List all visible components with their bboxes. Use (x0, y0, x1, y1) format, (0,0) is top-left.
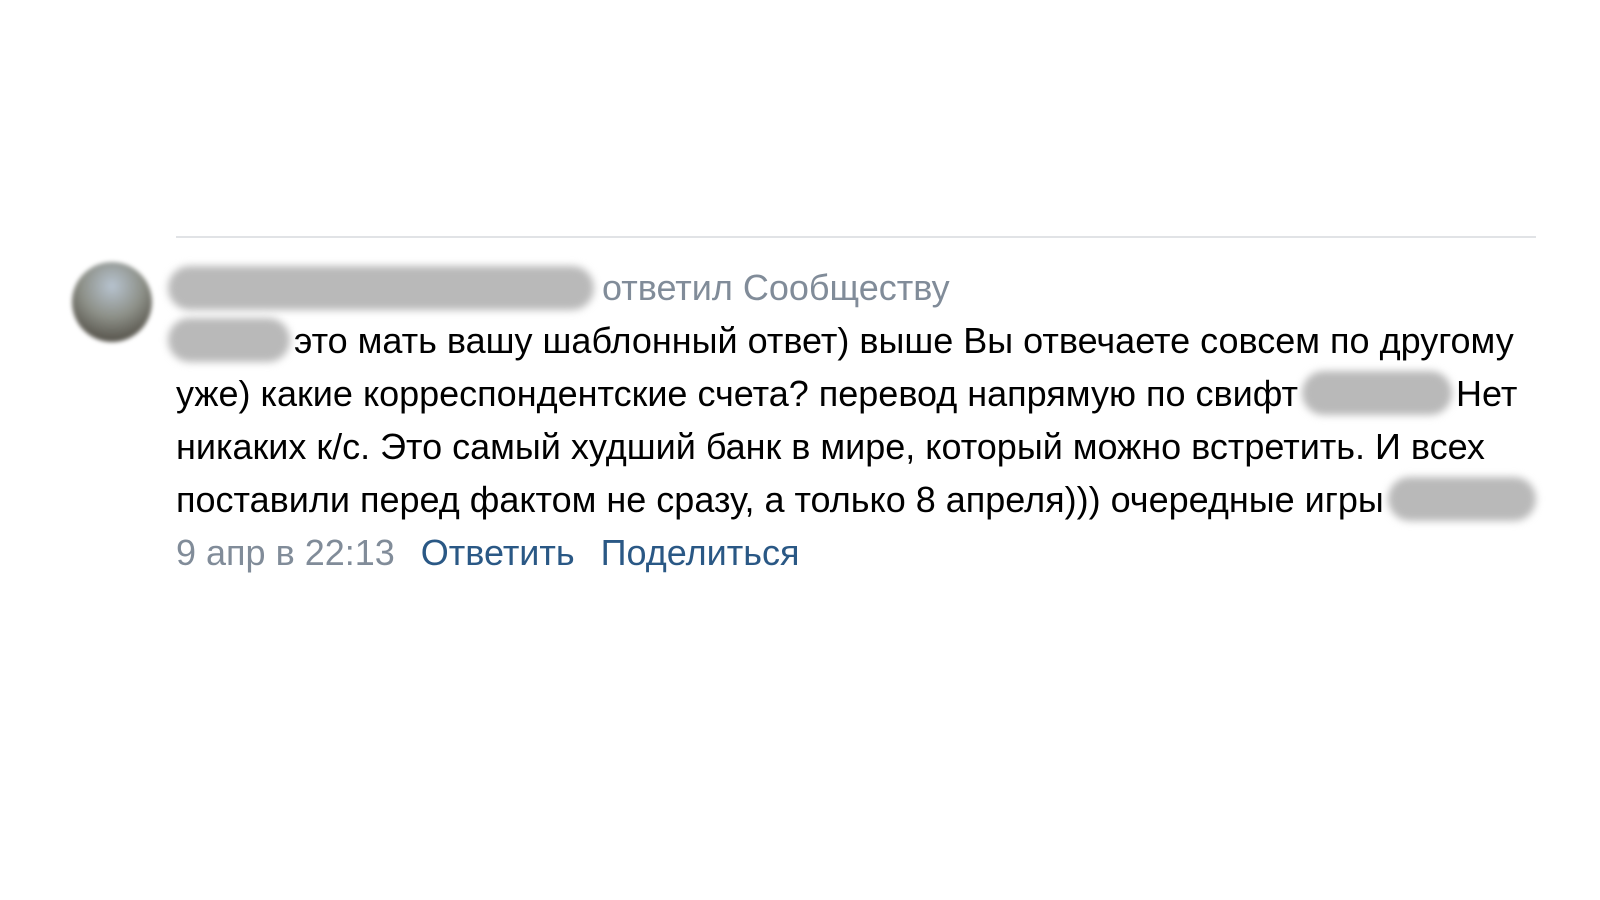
timestamp[interactable]: 9 апр в 22:13 (176, 532, 395, 574)
comment-footer: 9 апр в 22:13 Ответить Поделиться (176, 532, 1536, 574)
addressee-redacted (168, 318, 290, 363)
comment-divider (176, 236, 1536, 238)
replied-label: ответил Сообществу (602, 267, 950, 308)
avatar[interactable] (72, 262, 152, 342)
ending-redacted (1387, 477, 1536, 522)
swift-code-redacted (1302, 371, 1453, 416)
reply-link[interactable]: Ответить (421, 532, 575, 574)
comment-header: ответил Сообществу (168, 262, 1536, 314)
comment-text: это мать вашу шаблонный ответ) выше Вы о… (168, 314, 1536, 526)
comment: ответил Сообществу это мать вашу шаблонн… (168, 262, 1536, 574)
author-name-redacted[interactable] (168, 266, 594, 310)
share-link[interactable]: Поделиться (601, 532, 800, 574)
